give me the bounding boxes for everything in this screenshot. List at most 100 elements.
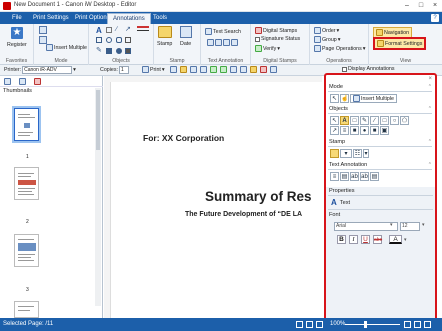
close-panel-icon[interactable]: × [428,76,432,82]
fit-page-icon[interactable] [414,321,421,328]
scrollbar-thumb[interactable] [96,90,100,150]
redo-icon[interactable] [220,66,227,73]
format-settings-button[interactable]: Format Settings [373,37,427,50]
font-name-select[interactable]: Arial [334,222,398,231]
copy-icon[interactable] [240,66,247,73]
send-icon[interactable] [200,66,207,73]
text-annotation-b-icon[interactable] [215,39,222,46]
thumbnail-page-3[interactable] [14,234,39,267]
font-size-select[interactable]: 12 [400,222,420,231]
thumbnail-page-1[interactable] [12,106,41,143]
line-icon[interactable]: ∕ [370,116,379,125]
group-objects-button[interactable]: Group ▾ [314,36,340,43]
image-icon[interactable]: ▣ [380,126,389,135]
tab-print-settings[interactable]: Print Settings [28,13,74,24]
help-icon[interactable]: ? [431,14,439,22]
zoom-in-icon[interactable] [404,321,411,328]
display-annotations-checkbox[interactable] [342,66,347,72]
order-button[interactable]: Order ▾ [314,27,339,34]
thumbnail-page-4[interactable] [14,301,39,318]
chevron-down-icon[interactable]: ▾ [404,237,407,243]
filled-ellipse-icon[interactable]: ● [360,126,369,135]
date-button[interactable]: Date [180,41,191,47]
filled-polygon-icon[interactable] [125,48,131,54]
chevron-down-icon[interactable]: ▾ [390,222,393,228]
bookmark-icon[interactable] [19,78,26,85]
date-stamp-icon[interactable]: ☷ [353,149,362,158]
pen-icon[interactable]: ✎ [360,116,369,125]
italic-button[interactable]: I [349,235,358,244]
undo-icon[interactable] [210,66,217,73]
tab-annotations[interactable]: Annotations [107,13,151,24]
bold-button[interactable]: B [337,235,346,244]
single-page-view-icon[interactable] [296,321,303,328]
pen-icon[interactable]: ✎ [96,46,102,54]
register-button[interactable]: Register [7,42,27,48]
underline-button[interactable]: U [361,235,370,244]
highlighter-icon[interactable]: ≡ [340,126,349,135]
rotate-icon[interactable] [270,66,277,73]
arrow-icon[interactable]: ↗ [330,126,339,135]
chevron-down-icon[interactable]: ▾ [422,222,425,228]
thumbnails-view-icon[interactable] [4,78,11,85]
text-annotation-a-icon[interactable]: ≡ [330,172,339,181]
collapse-icon[interactable]: ⌃ [428,84,432,90]
verify-button[interactable]: Verify ▾ [255,45,280,52]
filled-rectangle-icon[interactable]: ■ [350,126,359,135]
date-dropdown-icon[interactable]: ▾ [363,149,369,158]
page-operations-button[interactable]: Page Operations ▾ [314,45,365,52]
font-color-button[interactable]: A [389,235,402,244]
text-annotation-c-icon[interactable] [223,39,230,46]
text-annotation-b-icon[interactable]: ▤ [340,172,349,181]
sticky-note-icon[interactable]: □ [350,116,359,125]
paste-icon[interactable] [250,66,257,73]
ellipse-icon[interactable]: ○ [390,116,399,125]
tab-file[interactable]: File [7,13,27,24]
filled-polygon-icon[interactable]: ■ [370,126,379,135]
panel-insert-multiple-button[interactable]: Insert Multiple [350,94,397,103]
text-tool-icon[interactable]: A [340,116,349,125]
signature-status-button[interactable]: Signature Status [255,36,300,42]
text-annotation-c-icon[interactable]: ab [350,172,359,181]
fit-width-icon[interactable] [424,321,431,328]
chevron-down-icon[interactable]: ▾ [73,67,76,73]
stamp-button[interactable]: Stamp [157,41,172,47]
filled-ellipse-icon[interactable] [116,48,122,54]
text-annotation-d-icon[interactable] [231,39,238,46]
display-annotations-option[interactable]: Display Annotations [342,66,395,72]
image-icon[interactable] [125,37,131,43]
rectangle-icon[interactable]: □ [380,116,389,125]
select-object-icon[interactable]: ↖ [330,116,339,125]
zoom-slider[interactable] [345,324,400,325]
annotation-list-icon[interactable] [34,78,41,85]
hand-icon[interactable]: ☝ [340,94,349,103]
continuous-view-icon[interactable] [316,321,323,328]
delete-icon[interactable] [260,66,267,73]
stamp-icon[interactable] [330,149,339,158]
select-icon[interactable] [39,26,47,34]
selected-object-text[interactable]: A Text [331,198,350,207]
printer-select[interactable]: Canon iR-ADV [22,66,73,74]
save-icon[interactable] [190,66,197,73]
polygon-icon[interactable] [116,37,122,43]
tab-tools[interactable]: Tools [148,13,172,24]
text-annotation-e-icon[interactable]: ▤ [370,172,379,181]
tab-print-option[interactable]: Print Option [70,13,112,24]
collapse-icon[interactable]: ⌃ [428,162,432,168]
collapse-icon[interactable]: ⌃ [428,139,432,145]
thumbnail-page-2[interactable] [14,167,39,200]
zoom-slider-thumb[interactable] [364,321,367,328]
hand-icon[interactable] [39,36,47,44]
select-icon[interactable]: ↖ [330,94,339,103]
thumbnails-scrollbar[interactable] [95,88,101,306]
cut-icon[interactable] [230,66,237,73]
insert-multiple-button[interactable]: Insert Multiple [46,44,87,51]
text-search-button[interactable]: Text Search [205,28,241,35]
maximize-button[interactable]: □ [414,1,428,11]
filled-rectangle-icon[interactable] [106,48,112,54]
stamp-dropdown-icon[interactable]: ▾ [340,149,352,158]
arrow-icon[interactable]: ↗ [125,25,131,33]
line-style-icon[interactable] [137,26,149,32]
close-button[interactable]: × [428,1,442,11]
rectangle-icon[interactable] [96,37,102,43]
